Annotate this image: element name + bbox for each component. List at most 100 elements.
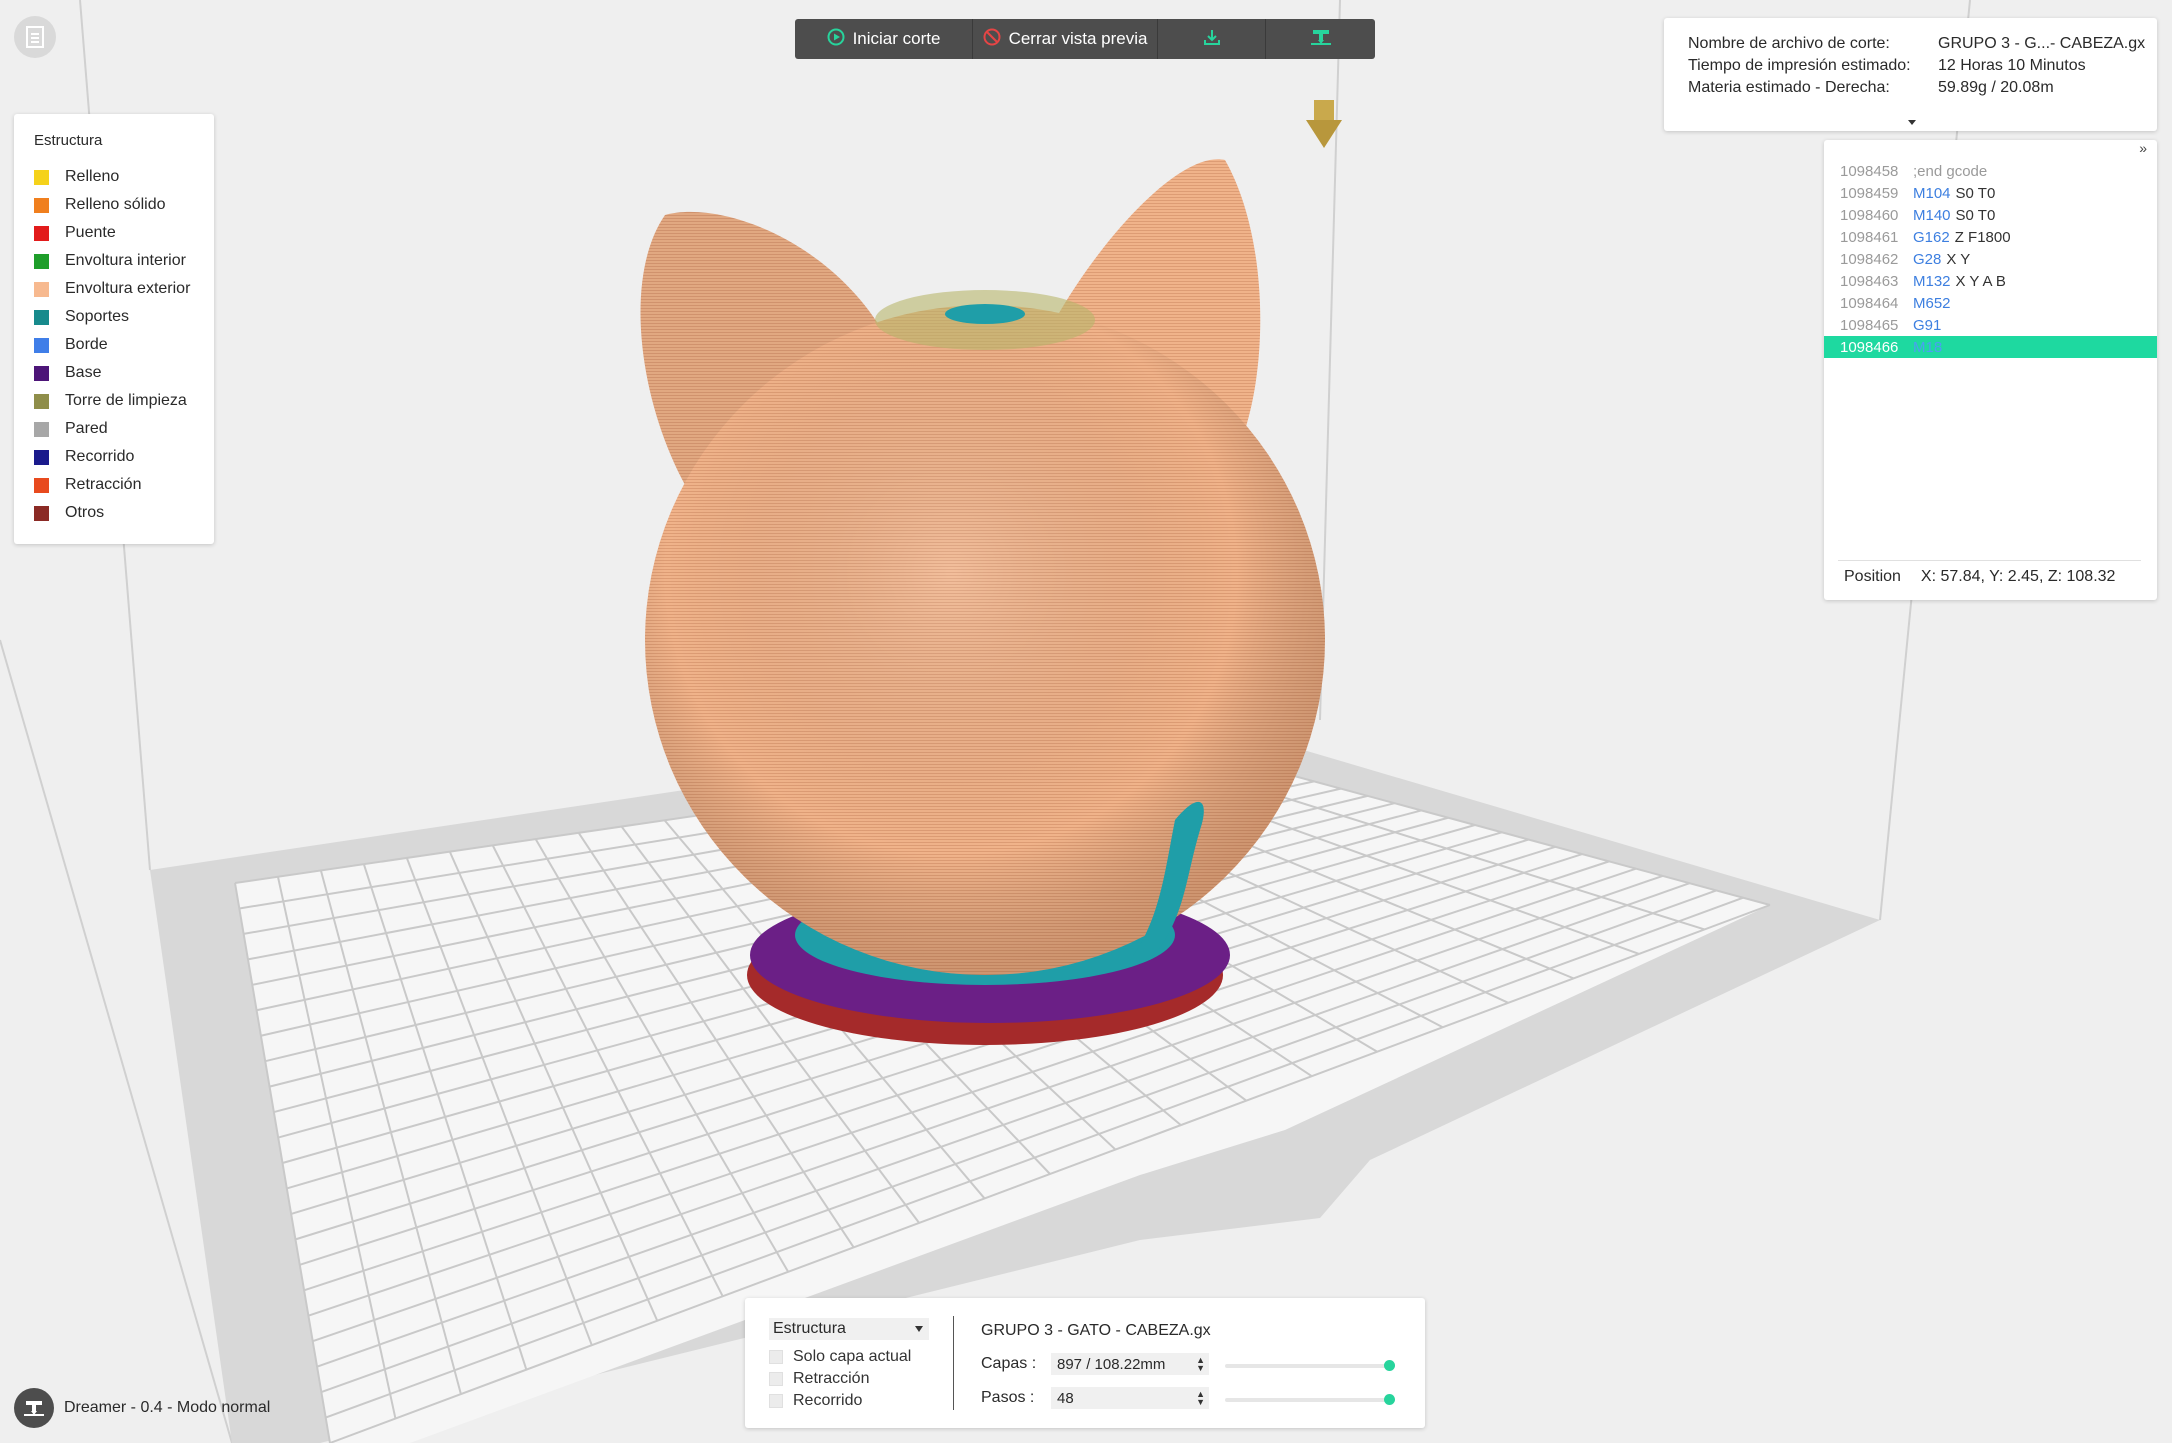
position-value: X: 57.84, Y: 2.45, Z: 108.32 — [1920, 568, 2116, 585]
steps-slider[interactable] — [1225, 1394, 1395, 1405]
layers-slider[interactable] — [1225, 1360, 1395, 1371]
legend-title: Estructura — [34, 132, 103, 149]
download-button[interactable] — [1158, 19, 1266, 59]
legend-swatch — [34, 505, 49, 521]
divider — [953, 1316, 954, 1410]
gcode-num: 1098462 — [1840, 250, 1899, 268]
gcode-line[interactable]: 1098461 G162 Z F1800 — [1824, 226, 2157, 248]
info-key: Nombre de archivo de corte: — [1688, 35, 1890, 52]
gcode-list: 1098458 ;end gcode 1098459 M104 S0 T0 1098460… — [1824, 160, 2157, 358]
legend-item: Relleno sólido — [34, 191, 214, 219]
play-icon — [827, 28, 845, 51]
gcode-line[interactable]: 1098463 M132 X Y A B — [1824, 270, 2157, 292]
position-readout: Position X: 57.84, Y: 2.45, Z: 108.32 — [1844, 568, 2115, 586]
position-label: Position — [1844, 568, 1901, 585]
info-value: 12 Horas 10 Minutos — [1938, 57, 2086, 74]
info-value: 59.89g / 20.08m — [1938, 79, 2054, 96]
checkbox-label: Solo capa actual — [793, 1348, 912, 1365]
legend-item: Base — [34, 359, 214, 387]
steps-value: 48 — [1057, 1389, 1074, 1407]
legend-swatch — [34, 365, 49, 381]
file-name: GRUPO 3 - GATO - CABEZA.gx — [981, 1322, 1211, 1339]
legend-item: Retracción — [34, 471, 214, 499]
gcode-cmd: G162 — [1913, 228, 1950, 246]
slider-handle[interactable] — [1384, 1394, 1395, 1405]
gcode-line[interactable]: 1098464 M652 — [1824, 292, 2157, 314]
info-row: Nombre de archivo de corte: GRUPO 3 - G..… — [1688, 35, 2157, 57]
legend-item: Pared — [34, 415, 214, 443]
structure-select-value: Estructura — [773, 1320, 846, 1337]
gcode-line[interactable]: 1098458 ;end gcode — [1824, 160, 2157, 182]
info-key: Tiempo de impresión estimado: — [1688, 57, 1911, 74]
legend-swatch — [34, 253, 49, 269]
file-icon[interactable] — [14, 16, 56, 58]
printer-icon — [1310, 28, 1332, 51]
legend-label: Relleno — [65, 168, 120, 185]
legend-swatch — [34, 449, 49, 465]
legend-label: Recorrido — [65, 448, 135, 465]
checkbox[interactable] — [769, 1394, 783, 1408]
gcode-args: Z F1800 — [1954, 228, 2011, 246]
steps-stepper[interactable]: 48 ▲ ▼ — [1051, 1387, 1209, 1409]
caret-down-icon[interactable] — [1908, 120, 1916, 125]
legend-label: Puente — [65, 224, 116, 241]
checkbox-label: Retracción — [793, 1370, 870, 1387]
legend-swatch — [34, 225, 49, 241]
gcode-line[interactable]: 1098466 M18 — [1824, 336, 2157, 358]
spinner-arrows-icon[interactable]: ▲ ▼ — [1196, 1390, 1205, 1407]
start-slicing-button[interactable]: Iniciar corte — [795, 19, 973, 59]
chevron-down-icon — [915, 1326, 923, 1332]
info-value: GRUPO 3 - G...- CABEZA.gx — [1938, 35, 2146, 52]
top-toolbar: Iniciar corte Cerrar vista previa — [795, 19, 1375, 59]
start-slicing-label: Iniciar corte — [852, 29, 941, 48]
gcode-line[interactable]: 1098465 G91 — [1824, 314, 2157, 336]
gcode-cmd: M104 — [1913, 184, 1951, 202]
gcode-line[interactable]: 1098460 M140 S0 T0 — [1824, 204, 2157, 226]
spinner-arrows-icon[interactable]: ▲ ▼ — [1196, 1356, 1205, 1373]
gcode-line[interactable]: 1098462 G28 X Y — [1824, 248, 2157, 270]
structure-select[interactable]: Estructura — [769, 1318, 929, 1340]
gcode-cmd: M18 — [1913, 338, 1943, 356]
send-to-printer-button[interactable] — [1266, 19, 1375, 59]
layers-value: 897 / 108.22mm — [1057, 1355, 1166, 1373]
gcode-cmd: M652 — [1913, 294, 1951, 312]
info-key: Materia estimado - Derecha: — [1688, 79, 1890, 96]
structure-legend: Estructura Relleno Relleno sólido Puente En… — [14, 114, 214, 544]
gcode-cmd: M132 — [1913, 272, 1951, 290]
layers-label: Capas : — [981, 1355, 1037, 1372]
legend-item: Otros — [34, 499, 214, 527]
close-preview-label: Cerrar vista previa — [1008, 29, 1148, 48]
layers-stepper[interactable]: 897 / 108.22mm ▲ ▼ — [1051, 1353, 1209, 1375]
gcode-comment: ;end gcode — [1913, 162, 1988, 180]
printer-icon[interactable] — [14, 1388, 54, 1428]
legend-swatch — [34, 393, 49, 409]
printer-label: Dreamer - 0.4 - Modo normal — [64, 1399, 271, 1416]
legend-label: Retracción — [65, 476, 142, 493]
legend-swatch — [34, 197, 49, 213]
checkbox-retraction[interactable]: Retracción — [769, 1370, 869, 1388]
checkbox-current-layer[interactable]: Solo capa actual — [769, 1348, 911, 1366]
info-list: Nombre de archivo de corte: GRUPO 3 - G..… — [1688, 35, 2157, 101]
gcode-num: 1098458 — [1840, 162, 1899, 180]
expand-icon[interactable]: » — [2139, 140, 2147, 156]
legend-item: Puente — [34, 219, 214, 247]
close-preview-button[interactable]: Cerrar vista previa — [973, 19, 1158, 59]
gcode-num: 1098464 — [1840, 294, 1899, 312]
legend-label: Torre de limpieza — [65, 392, 187, 409]
checkbox[interactable] — [769, 1350, 783, 1364]
legend-label: Otros — [65, 504, 105, 521]
gcode-num: 1098460 — [1840, 206, 1899, 224]
slider-handle[interactable] — [1384, 1360, 1395, 1371]
gcode-num: 1098466 — [1840, 338, 1899, 356]
gcode-num: 1098459 — [1840, 184, 1899, 202]
legend-swatch — [34, 309, 49, 325]
checkbox-travel[interactable]: Recorrido — [769, 1392, 862, 1410]
legend-swatch — [34, 477, 49, 493]
gcode-cmd: G28 — [1913, 250, 1942, 268]
gcode-line[interactable]: 1098459 M104 S0 T0 — [1824, 182, 2157, 204]
legend-swatch — [34, 169, 49, 185]
gcode-args: X Y — [1946, 250, 1971, 268]
gcode-args: X Y A B — [1955, 272, 2006, 290]
checkbox[interactable] — [769, 1372, 783, 1386]
legend-label: Relleno sólido — [65, 196, 166, 213]
